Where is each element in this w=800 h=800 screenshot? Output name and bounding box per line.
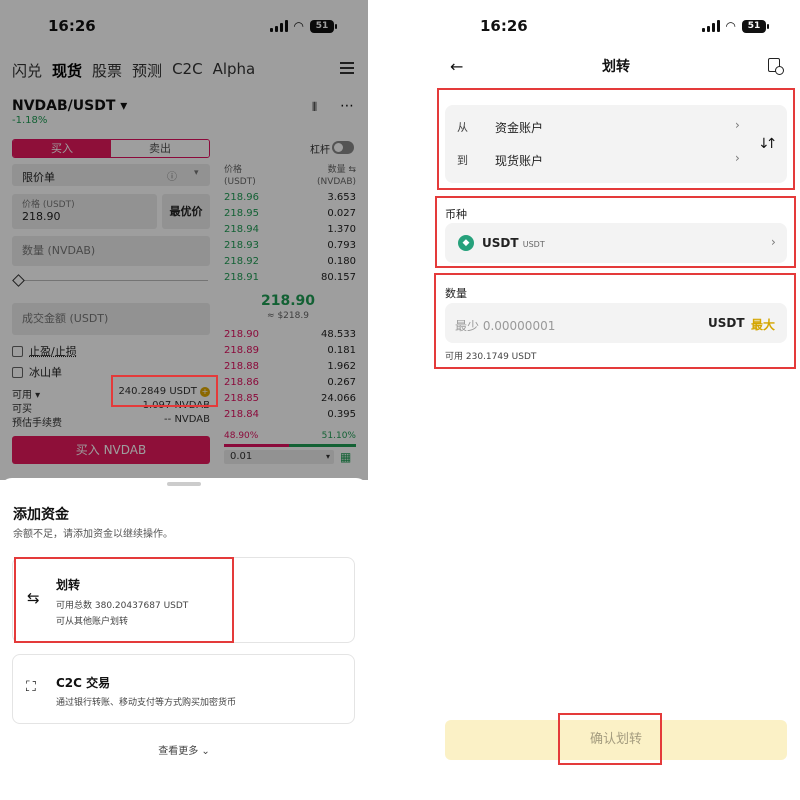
- sheet-grabber[interactable]: [167, 482, 201, 486]
- c2c-option[interactable]: ⛶ C2C 交易 通过银行转账、移动支付等方式购买加密货币: [12, 654, 355, 724]
- transfer-screen: 16:26 ◠ 51 ← 划转 从 资金账户 › 到 现货账户 › ↓↑ 币种 …: [432, 0, 800, 800]
- amount-placeholder: 最少 0.00000001: [455, 319, 556, 333]
- sheet-subtitle: 余额不足，请添加资金以继续操作。: [13, 529, 173, 540]
- currency-value: USDT USDT: [482, 236, 545, 250]
- max-button[interactable]: 最大: [751, 316, 775, 333]
- transfer-history-icon[interactable]: [768, 58, 784, 75]
- status-icons: ◠ 51: [701, 19, 769, 33]
- c2c-description: 通过银行转账、移动支付等方式购买加密货币: [56, 698, 237, 708]
- from-label: 从: [457, 121, 468, 134]
- battery-icon: 51: [742, 19, 769, 33]
- currency-selector[interactable]: USDT USDT ›: [445, 223, 787, 263]
- chevron-right-icon[interactable]: ›: [735, 118, 740, 132]
- transfer-available: 可用总数 380.20437687 USDT: [56, 601, 189, 611]
- confirm-transfer-button[interactable]: 确认划转: [445, 720, 787, 760]
- swap-accounts-icon[interactable]: ↓↑: [758, 136, 778, 152]
- transfer-hint: 可从其他账户划转: [56, 617, 129, 627]
- see-more-link[interactable]: 查看更多 ⌄: [0, 742, 368, 757]
- page-title: 划转: [602, 59, 630, 75]
- sheet-title: 添加资金: [13, 507, 69, 523]
- from-account[interactable]: 资金账户: [495, 119, 543, 136]
- available-balance: 可用 230.1749 USDT: [445, 352, 537, 362]
- chevron-right-icon: ›: [771, 235, 776, 249]
- transfer-title: 划转: [56, 578, 81, 592]
- status-time: 16:26: [480, 17, 528, 35]
- see-more-label: 查看更多: [158, 746, 199, 757]
- amount-input[interactable]: 最少 0.00000001 USDT 最大: [445, 303, 787, 343]
- c2c-user-icon: ⛶: [26, 679, 36, 695]
- signal-icon: [701, 20, 720, 32]
- amount-section-label: 数量: [445, 287, 467, 300]
- trading-screen: 16:26 ◠ 51 闪兑 现货 股票 预测 C2C Alpha NVDAB/U…: [0, 0, 368, 800]
- usdt-logo-icon: ◆: [458, 235, 474, 251]
- transfer-arrows-icon: ⇆: [27, 589, 40, 607]
- chevron-right-icon[interactable]: ›: [735, 151, 740, 165]
- account-selector: 从 资金账户 › 到 现货账户 ›: [445, 105, 787, 183]
- modal-backdrop[interactable]: [0, 0, 368, 480]
- currency-section-label: 币种: [445, 208, 467, 221]
- amount-unit: USDT: [708, 316, 745, 330]
- transfer-option[interactable]: ⇆ 划转 可用总数 380.20437687 USDT 可从其他账户划转: [12, 557, 355, 643]
- to-account[interactable]: 现货账户: [495, 152, 543, 169]
- wifi-icon: ◠: [725, 19, 736, 33]
- chevron-down-icon: ⌄: [201, 746, 210, 757]
- to-label: 到: [457, 154, 468, 167]
- c2c-title: C2C 交易: [56, 676, 111, 690]
